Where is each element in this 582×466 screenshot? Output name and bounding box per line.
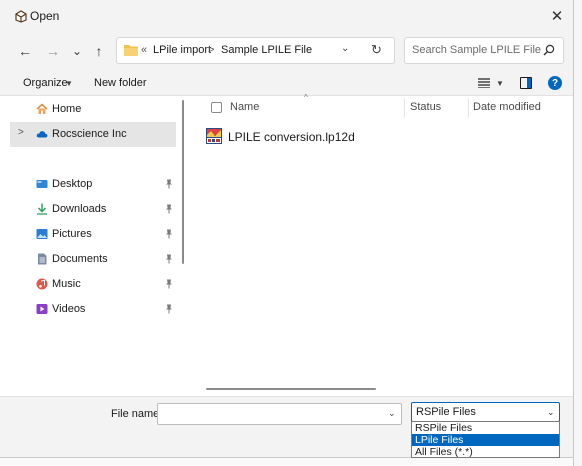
sidebar-item-home[interactable]: Home bbox=[10, 97, 176, 122]
background-strip-bottom bbox=[0, 458, 574, 466]
file-item[interactable]: LPILE conversion.lp12d bbox=[206, 128, 406, 148]
cloud-icon bbox=[36, 131, 48, 138]
window-title: Open bbox=[30, 9, 60, 23]
background-strip bbox=[574, 0, 582, 466]
sidebar-item-videos[interactable]: Videos bbox=[10, 297, 176, 322]
pin-icon[interactable] bbox=[165, 279, 173, 289]
title-bar: Open ✕ bbox=[0, 0, 573, 32]
sort-ascending-icon: ^ bbox=[304, 93, 308, 102]
file-name: LPILE conversion.lp12d bbox=[228, 130, 355, 144]
sidebar-item-label: Pictures bbox=[52, 228, 92, 240]
column-header-label: Name bbox=[230, 101, 260, 113]
preview-pane-icon[interactable] bbox=[520, 77, 532, 89]
window-border bbox=[573, 0, 574, 466]
sidebar-item-label: Downloads bbox=[52, 203, 107, 215]
file-type-selected-value: RSPile Files bbox=[416, 406, 476, 418]
navigation-bar: ← → ⌄ ↑ « LPile import > Sample LPILE Fi… bbox=[0, 32, 573, 70]
arrow-up-icon: ↑ bbox=[95, 43, 103, 59]
pin-icon[interactable] bbox=[165, 304, 173, 314]
close-icon: ✕ bbox=[550, 8, 564, 25]
file-type-option-lpile[interactable]: LPile Files bbox=[412, 434, 559, 446]
back-button[interactable]: ← bbox=[14, 40, 36, 62]
up-button[interactable]: ↑ bbox=[88, 40, 110, 62]
arrow-right-icon: → bbox=[46, 43, 60, 59]
column-header-status[interactable]: Status bbox=[410, 101, 441, 113]
column-header-name[interactable]: Name bbox=[230, 101, 259, 113]
chevron-right-icon[interactable]: > bbox=[18, 127, 24, 138]
column-divider[interactable] bbox=[404, 98, 405, 118]
horizontal-scrollbar[interactable] bbox=[206, 388, 376, 390]
pin-icon[interactable] bbox=[165, 254, 173, 264]
chevron-down-icon: ⌄ bbox=[547, 407, 555, 417]
view-caret-icon[interactable]: ▼ bbox=[496, 79, 504, 88]
sidebar-item-rocscience[interactable]: > Rocscience Inc bbox=[10, 122, 176, 147]
file-type-option-all-files[interactable]: All Files (*.*) bbox=[412, 446, 559, 458]
search-placeholder: Search Sample LPILE File bbox=[412, 44, 542, 56]
breadcrumb-sample-lpile-file[interactable]: Sample LPILE File bbox=[221, 44, 312, 56]
column-divider[interactable] bbox=[468, 98, 469, 118]
file-type-select[interactable]: RSPile Files ⌄ bbox=[411, 402, 560, 422]
download-icon bbox=[37, 203, 47, 215]
navigation-pane: Home > Rocscience Inc Desktop Downloads bbox=[0, 96, 182, 396]
list-view-icon[interactable] bbox=[478, 78, 490, 88]
sidebar-item-pictures[interactable]: Pictures bbox=[10, 222, 176, 247]
home-icon bbox=[36, 103, 48, 114]
forward-button[interactable]: → bbox=[42, 40, 64, 62]
sidebar-item-label: Documents bbox=[52, 253, 108, 265]
search-input[interactable]: Search Sample LPILE File bbox=[404, 37, 564, 64]
sidebar-item-downloads[interactable]: Downloads bbox=[10, 197, 176, 222]
sidebar-item-label: Music bbox=[52, 278, 81, 290]
videos-icon bbox=[36, 304, 48, 314]
pin-icon[interactable] bbox=[165, 229, 173, 239]
command-bar: Organize ▼ New folder ▼ ? bbox=[0, 70, 573, 96]
select-all-checkbox[interactable] bbox=[211, 102, 222, 113]
sidebar-item-label: Videos bbox=[52, 303, 86, 315]
sidebar-item-music[interactable]: Music bbox=[10, 272, 176, 297]
arrow-left-icon: ← bbox=[18, 43, 32, 59]
new-folder-button[interactable]: New folder bbox=[94, 77, 147, 89]
file-name-dropdown-icon[interactable]: ⌄ bbox=[388, 408, 396, 419]
caret-down-icon: ▼ bbox=[65, 79, 73, 88]
address-dropdown-icon[interactable]: ⌄ bbox=[341, 43, 349, 54]
sidebar-item-desktop[interactable]: Desktop bbox=[10, 172, 176, 197]
desktop-icon bbox=[36, 180, 48, 188]
file-name-input[interactable] bbox=[157, 403, 402, 425]
recent-locations-button[interactable]: ⌄ bbox=[66, 40, 88, 62]
column-header-date-modified[interactable]: Date modified bbox=[473, 101, 541, 113]
sidebar-item-label: Home bbox=[52, 103, 82, 115]
file-type-option-rspile[interactable]: RSPile Files bbox=[412, 422, 559, 434]
sidebar-item-documents[interactable]: Documents bbox=[10, 247, 176, 272]
navigation-scrollbar[interactable] bbox=[182, 100, 184, 264]
search-icon[interactable] bbox=[543, 44, 555, 56]
breadcrumb-separator: > bbox=[208, 44, 215, 56]
sidebar-item-label: Desktop bbox=[52, 178, 93, 190]
music-icon bbox=[36, 278, 48, 290]
app-icon bbox=[15, 10, 27, 23]
file-list: Name ^ Status Date modified LPILE conver… bbox=[190, 93, 573, 396]
chevron-down-icon: ⌄ bbox=[71, 44, 83, 58]
overflow-crumb[interactable]: « bbox=[141, 44, 147, 56]
organize-button[interactable]: Organize bbox=[23, 77, 68, 89]
breadcrumb-lpile-import[interactable]: LPile import bbox=[153, 44, 211, 56]
folder-icon bbox=[124, 45, 138, 56]
file-type-dropdown-list: RSPile Files LPile Files All Files (*.*) bbox=[411, 421, 560, 458]
pin-icon[interactable] bbox=[165, 204, 173, 214]
pin-icon[interactable] bbox=[165, 179, 173, 189]
close-button[interactable]: ✕ bbox=[546, 6, 568, 26]
sidebar-item-label: Rocscience Inc bbox=[52, 128, 127, 140]
address-bar[interactable]: « LPile import > Sample LPILE File ⌄ ↻ bbox=[116, 37, 395, 64]
documents-icon bbox=[38, 253, 47, 265]
help-icon[interactable]: ? bbox=[548, 76, 562, 90]
lpile-file-icon bbox=[206, 128, 222, 144]
file-name-label: File name: bbox=[111, 408, 163, 420]
pictures-icon bbox=[36, 229, 48, 239]
refresh-icon[interactable]: ↻ bbox=[371, 42, 382, 58]
